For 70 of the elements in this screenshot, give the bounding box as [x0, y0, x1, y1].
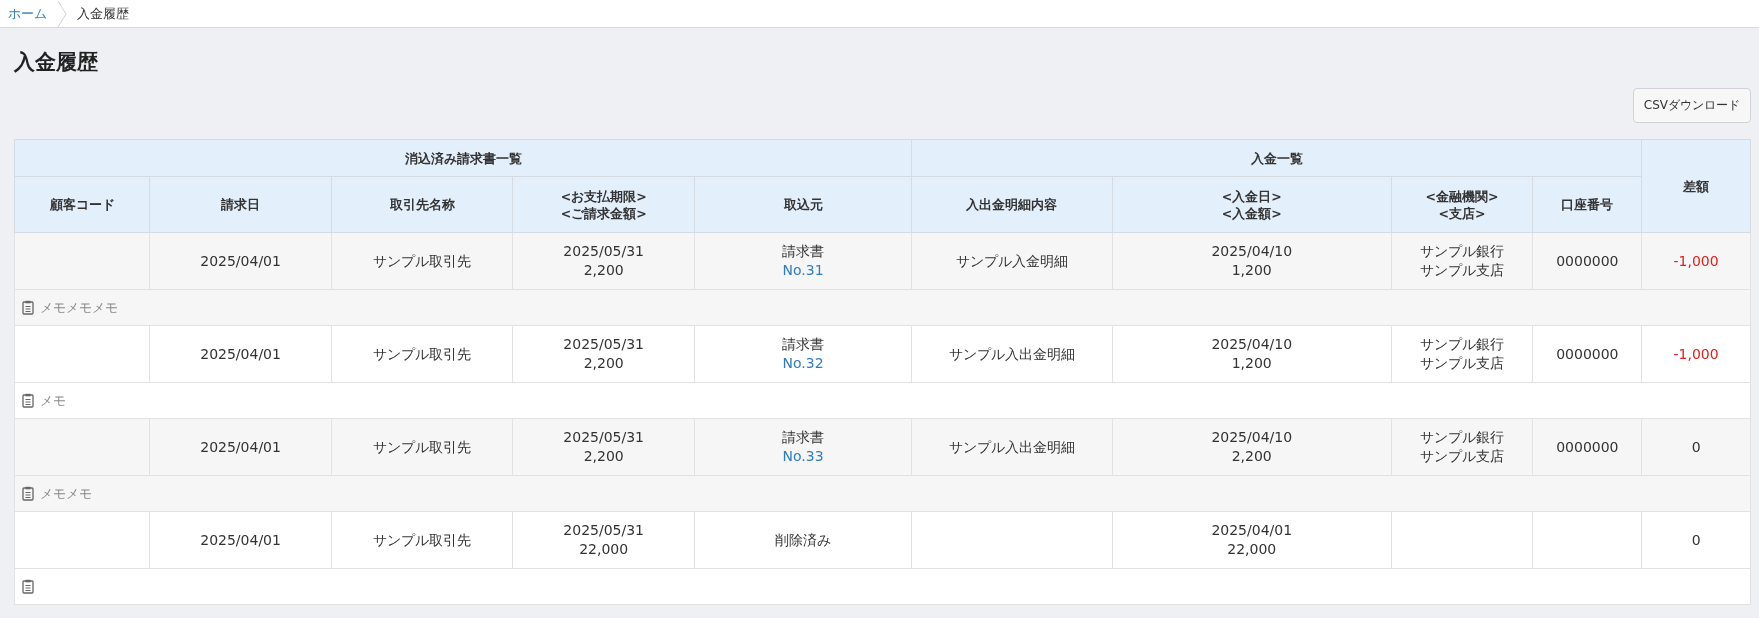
column-header: 顧客コード: [14, 176, 150, 233]
breadcrumb-link[interactable]: ホーム: [8, 4, 47, 23]
csv-download-button[interactable]: CSVダウンロード: [1632, 88, 1751, 123]
branch-name: サンプル支店: [1419, 261, 1506, 280]
deposit-amount: 1,200: [1230, 354, 1273, 373]
invoice-link[interactable]: No.31: [698, 261, 908, 280]
invoice-link[interactable]: No.33: [698, 447, 908, 466]
column-header: 入出金明細内容: [911, 176, 1113, 233]
difference-amount: -1,000: [1673, 345, 1719, 362]
due-date: 2025/05/31: [562, 521, 646, 540]
invoice-amount: 2,200: [582, 447, 625, 466]
due-date: 2025/05/31: [562, 242, 646, 261]
table-cell-text: サンプル取引先: [372, 437, 473, 457]
difference-amount: 0: [1691, 531, 1701, 548]
column-header: 取込元: [694, 176, 912, 233]
table-cell-text: サンプル取引先: [372, 344, 473, 364]
table-cell-text: 2025/04/01: [199, 251, 282, 271]
difference-amount: -1,000: [1673, 252, 1719, 269]
memo-text: メモ: [40, 391, 66, 410]
memo-text: メモメモ: [40, 484, 92, 503]
difference-amount: 0: [1691, 438, 1701, 455]
invoice-amount: 2,200: [582, 354, 625, 373]
bank-name: サンプル銀行: [1419, 335, 1506, 354]
group-header: 消込済み請求書一覧: [14, 139, 912, 177]
deposit-date: 2025/04/01: [1210, 521, 1294, 540]
bank-name: サンプル銀行: [1419, 428, 1506, 447]
column-header: <入金日> <入金額>: [1112, 176, 1392, 233]
deposit-amount: 1,200: [1230, 261, 1273, 280]
invoice-amount: 2,200: [582, 261, 625, 280]
clipboard-icon: [22, 486, 34, 501]
clipboard-icon: [22, 579, 34, 594]
table-cell-text: サンプル入金明細: [954, 251, 1069, 271]
deposit-amount: 22,000: [1226, 540, 1278, 559]
invoice-amount: 22,000: [578, 540, 630, 559]
source-type: 請求書: [781, 335, 825, 354]
table-cell-text: サンプル取引先: [372, 251, 473, 271]
group-header: 入金一覧: [911, 139, 1642, 177]
table-cell-text: サンプル入出金明細: [947, 344, 1076, 364]
table-cell-text: サンプル取引先: [372, 530, 473, 550]
deposit-amount: 2,200: [1230, 447, 1273, 466]
invoice-link[interactable]: No.32: [698, 354, 908, 373]
source-type: 削除済み: [774, 530, 832, 550]
page-title: 入金履歴: [14, 49, 99, 76]
table-cell-text: 2025/04/01: [199, 530, 282, 550]
column-header: <お支払期限> <ご請求金額>: [512, 176, 695, 233]
branch-name: サンプル支店: [1419, 447, 1506, 466]
table-cell-text: 0000000: [1555, 251, 1620, 271]
column-header: 請求日: [149, 176, 332, 233]
table-cell-text: 0000000: [1555, 437, 1620, 457]
source-type: 請求書: [781, 242, 825, 261]
due-date: 2025/05/31: [562, 428, 646, 447]
memo-text: メモメモメモ: [40, 298, 118, 317]
due-date: 2025/05/31: [562, 335, 646, 354]
table-cell-text: サンプル入出金明細: [947, 437, 1076, 457]
table-cell-text: 0000000: [1555, 344, 1620, 364]
column-header: 差額: [1641, 139, 1751, 233]
branch-name: サンプル支店: [1419, 354, 1506, 373]
deposit-date: 2025/04/10: [1210, 428, 1294, 447]
deposit-date: 2025/04/10: [1210, 335, 1294, 354]
table-cell-text: 2025/04/01: [199, 437, 282, 457]
clipboard-icon: [22, 300, 34, 315]
current-page-text: 入金履歴: [77, 4, 129, 23]
source-type: 請求書: [781, 428, 825, 447]
column-header: 取引先名称: [331, 176, 513, 233]
bank-name: サンプル銀行: [1419, 242, 1506, 261]
clipboard-icon: [22, 393, 34, 408]
table-cell-text: 2025/04/01: [199, 344, 282, 364]
column-header: <金融機関> <支店>: [1391, 176, 1533, 233]
column-header: 口座番号: [1532, 176, 1642, 233]
deposit-date: 2025/04/10: [1210, 242, 1294, 261]
